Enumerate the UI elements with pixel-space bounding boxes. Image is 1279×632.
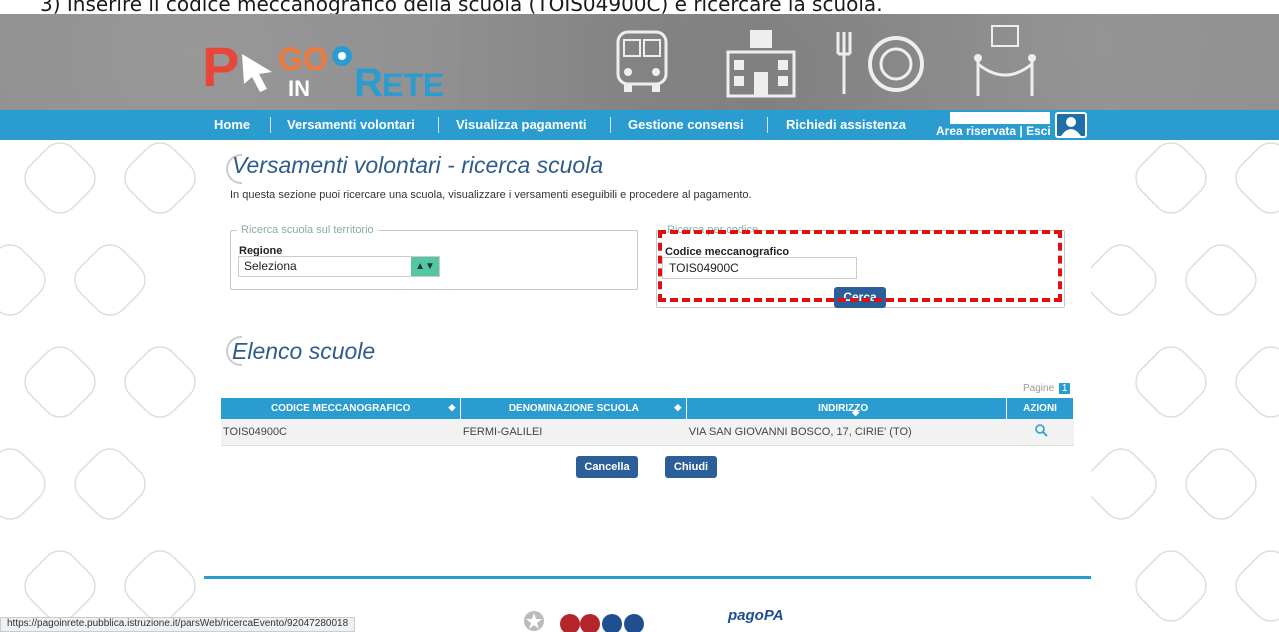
territory-search-legend: Ricerca scuola sul territorio [241, 224, 374, 236]
svg-text:R: R [354, 61, 383, 104]
table-header-row: CODICE MECCANOGRAFICO ◆ DENOMINAZIONE SCU… [221, 398, 1074, 419]
cell-indirizzo: VIA SAN GIOVANNI BOSCO, 17, CIRIE' (TO) [686, 419, 1007, 446]
pago-in-rete-logo[interactable]: P GO IN R ETE [202, 34, 452, 104]
nav-divider [270, 117, 271, 133]
sort-icon: ◆ [448, 402, 456, 412]
schools-table: CODICE MECCANOGRAFICO ◆ DENOMINAZIONE SCU… [221, 398, 1074, 446]
school-building-icon [722, 22, 802, 107]
cancella-button[interactable]: Cancella [576, 456, 638, 478]
column-header-denominazione[interactable]: DENOMINAZIONE SCUOLA ◆ [460, 398, 688, 419]
select-arrows-icon: ▲▼ [411, 257, 439, 276]
column-header-azioni: AZIONI [1006, 398, 1074, 419]
cell-denominazione: FERMI-GALILEI [460, 419, 687, 446]
page-intro: In questa sezione puoi ricercare una scu… [230, 189, 752, 201]
nav-divider [438, 117, 439, 133]
region-select-value: Seleziona [244, 259, 297, 273]
area-riservata-link[interactable]: Area riservata | Esci [936, 124, 1051, 138]
status-bar-url: https://pagoinrete.pubblica.istruzione.i… [0, 617, 356, 632]
column-header-codice[interactable]: CODICE MECCANOGRAFICO ◆ [221, 398, 462, 419]
nav-versamenti-volontari[interactable]: Versamenti volontari [287, 110, 415, 140]
nav-gestione-consensi[interactable]: Gestione consensi [628, 110, 744, 140]
cell-azioni [1006, 419, 1074, 446]
nav-visualizza-pagamenti[interactable]: Visualizza pagamenti [456, 110, 587, 140]
table-row: TOIS04900C FERMI-GALILEI VIA SAN GIOVANN… [221, 419, 1074, 446]
main-content: Versamenti volontari - ricerca scuola In… [204, 140, 1091, 632]
background-pattern-left [0, 140, 204, 632]
search-icon[interactable] [1034, 424, 1048, 440]
museum-rope-icon [966, 22, 1046, 107]
svg-text:ETE: ETE [382, 67, 444, 103]
bus-icon [612, 22, 672, 107]
nav-divider [610, 117, 611, 133]
chiudi-button[interactable]: Chiudi [665, 456, 717, 478]
svg-text:GO: GO [278, 41, 328, 77]
region-select[interactable]: Seleziona ▲▼ [238, 256, 440, 277]
header-banner: P GO IN R ETE [0, 14, 1279, 110]
svg-text:IN: IN [288, 76, 310, 101]
nav-divider [767, 117, 768, 133]
cutlery-plate-icon [828, 22, 938, 107]
svg-text:P: P [202, 35, 239, 98]
nav-home[interactable]: Home [214, 110, 250, 140]
pagination: Pagine 1 [1023, 383, 1071, 394]
pagination-page-1[interactable]: 1 [1058, 383, 1071, 394]
results-title: Elenco scuole [232, 338, 376, 364]
user-name-box [950, 112, 1050, 124]
sort-icon: ◆ [674, 402, 682, 412]
page-title: Versamenti volontari - ricerca scuola [232, 152, 604, 178]
background-pattern-right [1091, 140, 1279, 632]
miur-logo-icon [560, 613, 644, 632]
user-avatar-icon[interactable] [1055, 112, 1087, 138]
italian-republic-emblem-icon [522, 609, 546, 632]
pagopa-logo: pagoPA [728, 607, 784, 624]
nav-richiedi-assistenza[interactable]: Richiedi assistenza [786, 110, 906, 140]
pagination-label: Pagine [1023, 383, 1055, 394]
highlight-annotation [658, 230, 1062, 302]
cell-codice: TOIS04900C [221, 419, 461, 446]
sort-icon: ◆ [852, 407, 860, 417]
column-header-indirizzo[interactable]: INDIRIZZO◆ [686, 398, 1008, 419]
main-navigation: Home Versamenti volontari Visualizza pag… [0, 110, 1279, 140]
